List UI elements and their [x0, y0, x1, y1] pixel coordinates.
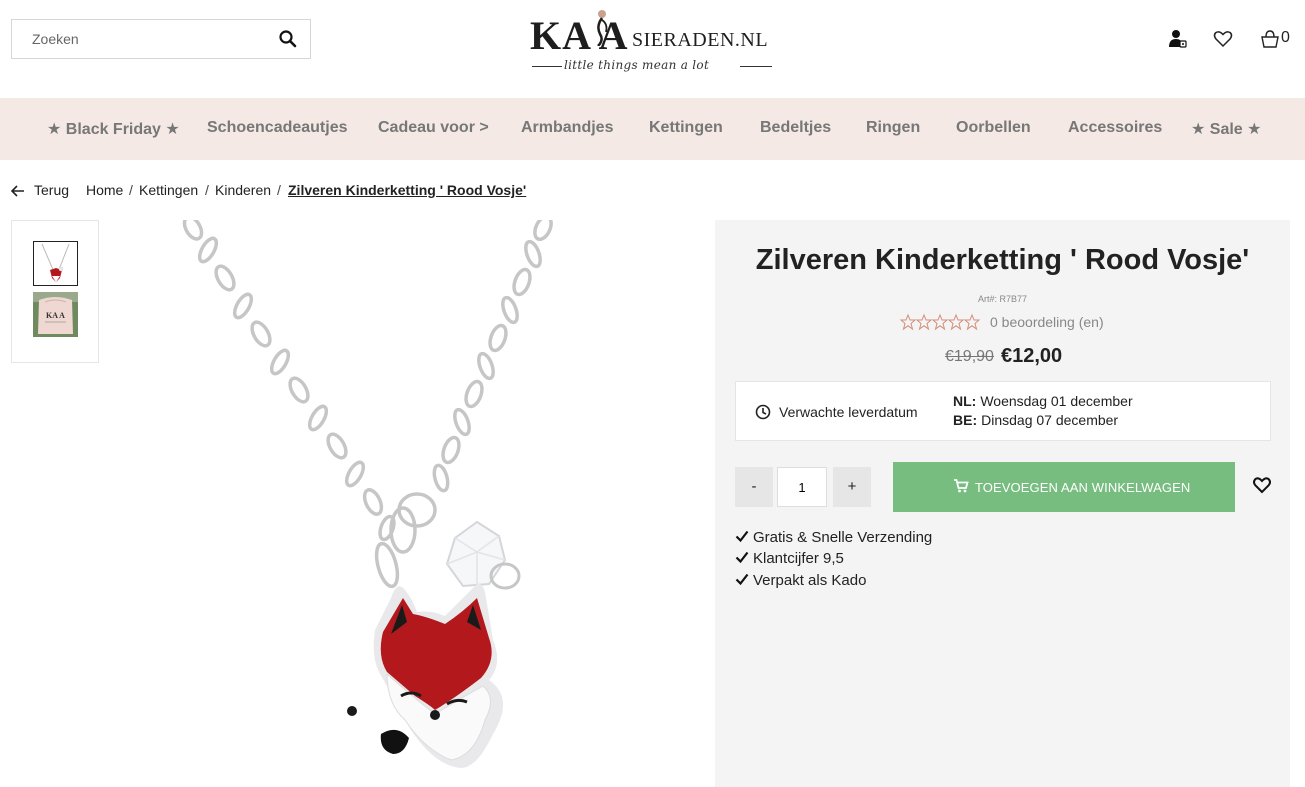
add-to-cart-label: TOEVOEGEN AAN WINKELWAGEN — [975, 480, 1191, 495]
shopping-basket-icon[interactable] — [1260, 29, 1282, 51]
review-count[interactable]: 0 beoordeling (en) — [990, 314, 1104, 330]
logo-figure-icon — [597, 10, 608, 46]
breadcrumb-home[interactable]: Home — [86, 182, 123, 198]
checkmark-icon — [735, 573, 749, 586]
breadcrumb-kettingen[interactable]: Kettingen — [139, 182, 198, 198]
usp-text: Gratis & Snelle Verzending — [753, 529, 933, 546]
search-box — [11, 19, 311, 59]
delivery-date: Woensdag 01 december — [980, 393, 1133, 409]
usp-text: Klantcijfer 9,5 — [753, 550, 844, 567]
rating-stars-icon — [900, 313, 981, 331]
site-logo[interactable]: KA A SIERADEN.NL little things mean a lo… — [528, 6, 776, 80]
add-to-wishlist-heart-icon[interactable] — [1253, 476, 1271, 494]
logo-tagline: little things mean a lot — [564, 58, 710, 72]
breadcrumb-kinderen[interactable]: Kinderen — [215, 182, 271, 198]
site-header: KA A SIERADEN.NL little things mean a lo… — [0, 0, 1305, 98]
usp-item: Gratis & Snelle Verzending — [735, 529, 932, 546]
delivery-label: Verwachte leverdatum — [779, 404, 918, 420]
add-to-cart-button[interactable]: TOEVOEGEN AAN WINKELWAGEN — [893, 462, 1235, 512]
back-link[interactable]: Terug — [34, 182, 69, 198]
account-icon[interactable] — [1168, 29, 1190, 51]
breadcrumb-separator: / — [129, 182, 133, 198]
wishlist-heart-icon[interactable] — [1213, 29, 1235, 51]
main-navigation: ★ Black Friday ★ Schoencadeautjes Cadeau… — [0, 98, 1305, 160]
svg-text:KA A: KA A — [46, 311, 65, 320]
product-main-image[interactable] — [105, 220, 705, 787]
nav-item-black-friday[interactable]: ★ Black Friday ★ — [47, 119, 180, 139]
delivery-row-nl: NL: Woensdag 01 december — [953, 393, 1133, 409]
back-arrow-icon[interactable] — [10, 184, 25, 200]
breadcrumb-separator: / — [277, 182, 281, 198]
clock-icon — [755, 404, 771, 420]
delivery-row-be: BE: Dinsdag 07 december — [953, 412, 1118, 428]
delivery-date: Dinsdag 07 december — [981, 412, 1119, 428]
nav-item-ringen[interactable]: Ringen — [866, 119, 920, 137]
fox-necklace-illustration — [182, 220, 553, 768]
quantity-decrease-button[interactable]: - — [735, 467, 773, 507]
search-icon[interactable] — [278, 29, 298, 49]
search-input[interactable] — [12, 20, 262, 58]
checkmark-icon — [735, 551, 749, 564]
product-info-panel: Zilveren Kinderketting ' Rood Vosje' Art… — [715, 220, 1290, 787]
cart-count[interactable]: 0 — [1281, 29, 1290, 47]
breadcrumb-separator: / — [205, 182, 209, 198]
logo-divider — [532, 66, 562, 67]
nav-item-armbandjes[interactable]: Armbandjes — [521, 119, 613, 137]
nav-item-kettingen[interactable]: Kettingen — [649, 119, 723, 137]
nav-item-cadeau-voor[interactable]: Cadeau voor > — [378, 119, 489, 137]
breadcrumb-current[interactable]: Zilveren Kinderketting ' Rood Vosje' — [288, 182, 526, 198]
cart-icon — [954, 479, 969, 493]
usp-item: Verpakt als Kado — [735, 572, 866, 589]
usp-text: Verpakt als Kado — [753, 572, 867, 589]
current-price: €12,00 — [1001, 345, 1063, 367]
delivery-box: Verwachte leverdatum NL: Woensdag 01 dece… — [735, 381, 1271, 441]
nav-item-schoencadeautjes[interactable]: Schoencadeautjes — [207, 119, 348, 137]
product-title: Zilveren Kinderketting ' Rood Vosje' — [755, 244, 1250, 276]
nav-item-sale[interactable]: ★ Sale ★ — [1191, 119, 1262, 139]
usp-item: Klantcijfer 9,5 — [735, 550, 844, 567]
thumbnail-2[interactable]: KA A — [33, 292, 78, 337]
checkmark-icon — [735, 530, 749, 543]
old-price: €19,90 — [945, 348, 994, 365]
thumbnail-strip: KA A — [11, 220, 99, 363]
nav-item-accessoires[interactable]: Accessoires — [1068, 119, 1162, 137]
thumbnail-1[interactable] — [33, 241, 78, 286]
logo-domain-text: SIERADEN.NL — [632, 29, 769, 51]
nav-item-bedeltjes[interactable]: Bedeltjes — [760, 119, 831, 137]
article-number: Art#: R7B77 — [977, 294, 1028, 304]
quantity-input[interactable] — [777, 467, 827, 507]
delivery-country: NL: — [953, 393, 977, 409]
delivery-country: BE: — [953, 412, 978, 428]
quantity-increase-button[interactable]: + — [833, 467, 871, 507]
nav-item-oorbellen[interactable]: Oorbellen — [956, 119, 1031, 137]
logo-divider — [740, 66, 772, 67]
